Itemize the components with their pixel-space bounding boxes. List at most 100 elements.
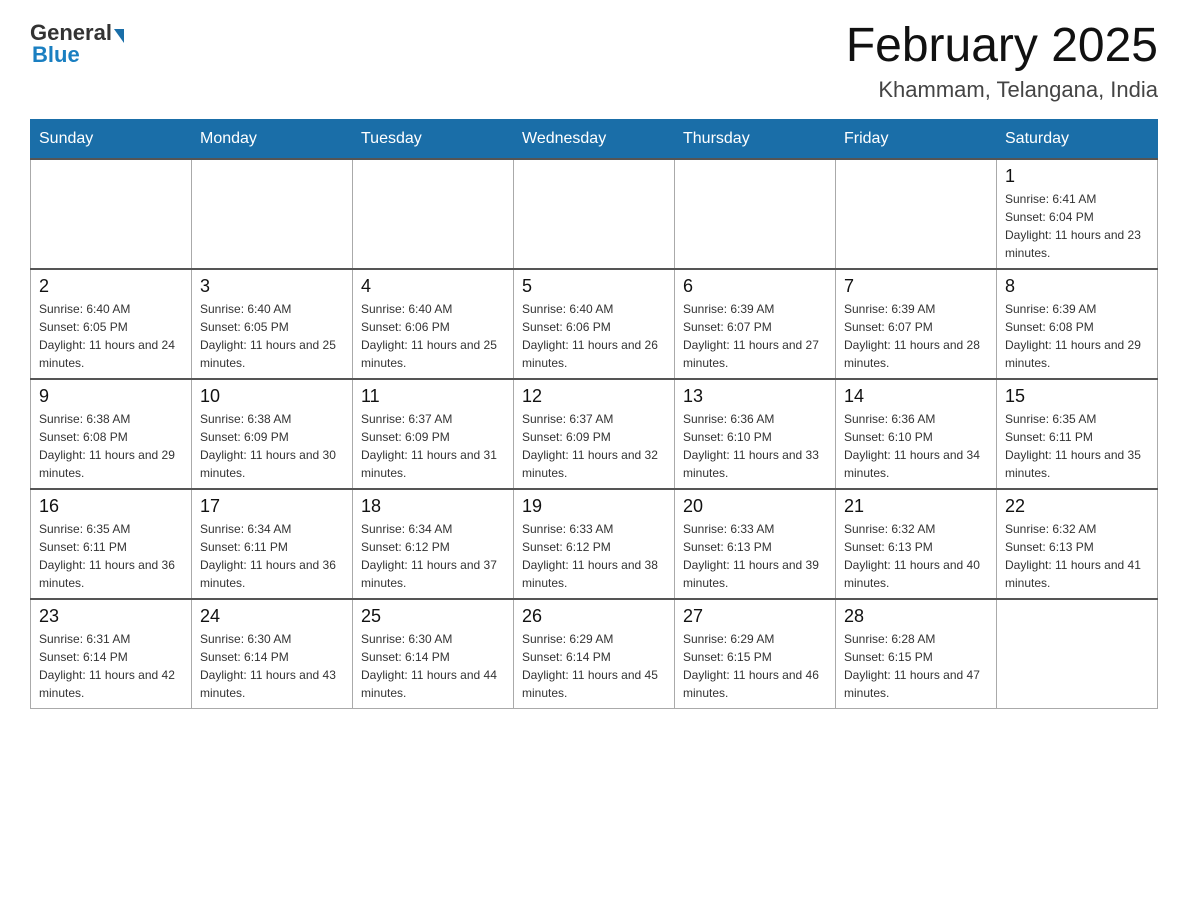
weekday-header-row: SundayMondayTuesdayWednesdayThursdayFrid… bbox=[31, 119, 1158, 159]
logo-blue-text: Blue bbox=[32, 42, 124, 68]
calendar-cell bbox=[997, 599, 1158, 709]
day-number: 27 bbox=[683, 606, 827, 627]
calendar-table: SundayMondayTuesdayWednesdayThursdayFrid… bbox=[30, 119, 1158, 710]
day-number: 3 bbox=[200, 276, 344, 297]
calendar-cell: 23 Sunrise: 6:31 AMSunset: 6:14 PMDayligh… bbox=[31, 599, 192, 709]
calendar-cell: 8 Sunrise: 6:39 AMSunset: 6:08 PMDaylight… bbox=[997, 269, 1158, 379]
day-info: Sunrise: 6:41 AMSunset: 6:04 PMDaylight:… bbox=[1005, 190, 1149, 262]
day-number: 10 bbox=[200, 386, 344, 407]
day-info: Sunrise: 6:40 AMSunset: 6:06 PMDaylight:… bbox=[361, 300, 505, 372]
calendar-cell: 16Sunrise: 6:35 AMSunset: 6:11 PMDayligh… bbox=[31, 489, 192, 599]
calendar-cell: 27 Sunrise: 6:29 AMSunset: 6:15 PMDayligh… bbox=[675, 599, 836, 709]
calendar-cell: 6 Sunrise: 6:39 AMSunset: 6:07 PMDaylight… bbox=[675, 269, 836, 379]
day-info: Sunrise: 6:39 AMSunset: 6:07 PMDaylight:… bbox=[844, 300, 988, 372]
day-info: Sunrise: 6:37 AMSunset: 6:09 PMDaylight:… bbox=[361, 410, 505, 482]
calendar-cell: 4 Sunrise: 6:40 AMSunset: 6:06 PMDaylight… bbox=[353, 269, 514, 379]
day-number: 7 bbox=[844, 276, 988, 297]
calendar-cell: 24Sunrise: 6:30 AMSunset: 6:14 PMDayligh… bbox=[192, 599, 353, 709]
logo: General Blue bbox=[30, 20, 124, 68]
day-info: Sunrise: 6:37 AMSunset: 6:09 PMDaylight:… bbox=[522, 410, 666, 482]
day-info: Sunrise: 6:28 AMSunset: 6:15 PMDaylight:… bbox=[844, 630, 988, 702]
day-number: 11 bbox=[361, 386, 505, 407]
day-info: Sunrise: 6:36 AMSunset: 6:10 PMDaylight:… bbox=[844, 410, 988, 482]
day-number: 5 bbox=[522, 276, 666, 297]
calendar-cell: 21 Sunrise: 6:32 AMSunset: 6:13 PMDayligh… bbox=[836, 489, 997, 599]
day-info: Sunrise: 6:30 AMSunset: 6:14 PMDaylight:… bbox=[361, 630, 505, 702]
calendar-cell: 12 Sunrise: 6:37 AMSunset: 6:09 PMDayligh… bbox=[514, 379, 675, 489]
weekday-header-friday: Friday bbox=[836, 119, 997, 159]
day-info: Sunrise: 6:40 AMSunset: 6:05 PMDaylight:… bbox=[200, 300, 344, 372]
day-number: 12 bbox=[522, 386, 666, 407]
day-info: Sunrise: 6:29 AMSunset: 6:14 PMDaylight:… bbox=[522, 630, 666, 702]
day-number: 25 bbox=[361, 606, 505, 627]
calendar-cell: 26 Sunrise: 6:29 AMSunset: 6:14 PMDayligh… bbox=[514, 599, 675, 709]
day-info: Sunrise: 6:33 AMSunset: 6:12 PMDaylight:… bbox=[522, 520, 666, 592]
day-number: 28 bbox=[844, 606, 988, 627]
calendar-cell: 15 Sunrise: 6:35 AMSunset: 6:11 PMDayligh… bbox=[997, 379, 1158, 489]
calendar-week-row: 9Sunrise: 6:38 AMSunset: 6:08 PMDaylight… bbox=[31, 379, 1158, 489]
day-info: Sunrise: 6:31 AMSunset: 6:14 PMDaylight:… bbox=[39, 630, 183, 702]
calendar-cell bbox=[31, 159, 192, 269]
calendar-cell bbox=[836, 159, 997, 269]
calendar-cell: 17 Sunrise: 6:34 AMSunset: 6:11 PMDayligh… bbox=[192, 489, 353, 599]
day-number: 1 bbox=[1005, 166, 1149, 187]
calendar-cell: 7 Sunrise: 6:39 AMSunset: 6:07 PMDaylight… bbox=[836, 269, 997, 379]
day-info: Sunrise: 6:34 AMSunset: 6:12 PMDaylight:… bbox=[361, 520, 505, 592]
day-number: 23 bbox=[39, 606, 183, 627]
day-number: 14 bbox=[844, 386, 988, 407]
day-number: 21 bbox=[844, 496, 988, 517]
day-number: 24 bbox=[200, 606, 344, 627]
day-info: Sunrise: 6:40 AMSunset: 6:06 PMDaylight:… bbox=[522, 300, 666, 372]
day-number: 17 bbox=[200, 496, 344, 517]
day-info: Sunrise: 6:32 AMSunset: 6:13 PMDaylight:… bbox=[844, 520, 988, 592]
weekday-header-sunday: Sunday bbox=[31, 119, 192, 159]
header: General Blue February 2025 Khammam, Tela… bbox=[30, 20, 1158, 103]
day-info: Sunrise: 6:33 AMSunset: 6:13 PMDaylight:… bbox=[683, 520, 827, 592]
day-info: Sunrise: 6:38 AMSunset: 6:09 PMDaylight:… bbox=[200, 410, 344, 482]
calendar-cell: 18 Sunrise: 6:34 AMSunset: 6:12 PMDayligh… bbox=[353, 489, 514, 599]
day-number: 20 bbox=[683, 496, 827, 517]
title-block: February 2025 Khammam, Telangana, India bbox=[846, 20, 1158, 103]
day-number: 22 bbox=[1005, 496, 1149, 517]
day-number: 18 bbox=[361, 496, 505, 517]
calendar-cell: 25 Sunrise: 6:30 AMSunset: 6:14 PMDayligh… bbox=[353, 599, 514, 709]
day-number: 16 bbox=[39, 496, 183, 517]
calendar-cell: 10 Sunrise: 6:38 AMSunset: 6:09 PMDayligh… bbox=[192, 379, 353, 489]
day-info: Sunrise: 6:29 AMSunset: 6:15 PMDaylight:… bbox=[683, 630, 827, 702]
day-info: Sunrise: 6:36 AMSunset: 6:10 PMDaylight:… bbox=[683, 410, 827, 482]
calendar-cell: 20 Sunrise: 6:33 AMSunset: 6:13 PMDayligh… bbox=[675, 489, 836, 599]
day-number: 26 bbox=[522, 606, 666, 627]
calendar-week-row: 2 Sunrise: 6:40 AMSunset: 6:05 PMDaylight… bbox=[31, 269, 1158, 379]
day-number: 19 bbox=[522, 496, 666, 517]
calendar-cell: 9Sunrise: 6:38 AMSunset: 6:08 PMDaylight… bbox=[31, 379, 192, 489]
calendar-cell: 2 Sunrise: 6:40 AMSunset: 6:05 PMDaylight… bbox=[31, 269, 192, 379]
calendar-week-row: 1 Sunrise: 6:41 AMSunset: 6:04 PMDaylight… bbox=[31, 159, 1158, 269]
day-info: Sunrise: 6:34 AMSunset: 6:11 PMDaylight:… bbox=[200, 520, 344, 592]
weekday-header-wednesday: Wednesday bbox=[514, 119, 675, 159]
weekday-header-monday: Monday bbox=[192, 119, 353, 159]
day-number: 6 bbox=[683, 276, 827, 297]
logo-triangle-icon bbox=[114, 29, 124, 43]
day-number: 2 bbox=[39, 276, 183, 297]
calendar-cell: 22Sunrise: 6:32 AMSunset: 6:13 PMDayligh… bbox=[997, 489, 1158, 599]
weekday-header-tuesday: Tuesday bbox=[353, 119, 514, 159]
day-info: Sunrise: 6:35 AMSunset: 6:11 PMDaylight:… bbox=[1005, 410, 1149, 482]
calendar-cell: 11 Sunrise: 6:37 AMSunset: 6:09 PMDayligh… bbox=[353, 379, 514, 489]
day-number: 8 bbox=[1005, 276, 1149, 297]
calendar-cell: 19 Sunrise: 6:33 AMSunset: 6:12 PMDayligh… bbox=[514, 489, 675, 599]
day-info: Sunrise: 6:39 AMSunset: 6:08 PMDaylight:… bbox=[1005, 300, 1149, 372]
calendar-cell bbox=[514, 159, 675, 269]
calendar-cell: 13Sunrise: 6:36 AMSunset: 6:10 PMDayligh… bbox=[675, 379, 836, 489]
calendar-cell bbox=[192, 159, 353, 269]
day-number: 15 bbox=[1005, 386, 1149, 407]
calendar-cell: 3 Sunrise: 6:40 AMSunset: 6:05 PMDaylight… bbox=[192, 269, 353, 379]
weekday-header-saturday: Saturday bbox=[997, 119, 1158, 159]
calendar-cell bbox=[353, 159, 514, 269]
calendar-subtitle: Khammam, Telangana, India bbox=[846, 77, 1158, 103]
day-info: Sunrise: 6:40 AMSunset: 6:05 PMDaylight:… bbox=[39, 300, 183, 372]
weekday-header-thursday: Thursday bbox=[675, 119, 836, 159]
day-number: 4 bbox=[361, 276, 505, 297]
day-info: Sunrise: 6:39 AMSunset: 6:07 PMDaylight:… bbox=[683, 300, 827, 372]
calendar-title: February 2025 bbox=[846, 20, 1158, 73]
calendar-week-row: 23 Sunrise: 6:31 AMSunset: 6:14 PMDayligh… bbox=[31, 599, 1158, 709]
